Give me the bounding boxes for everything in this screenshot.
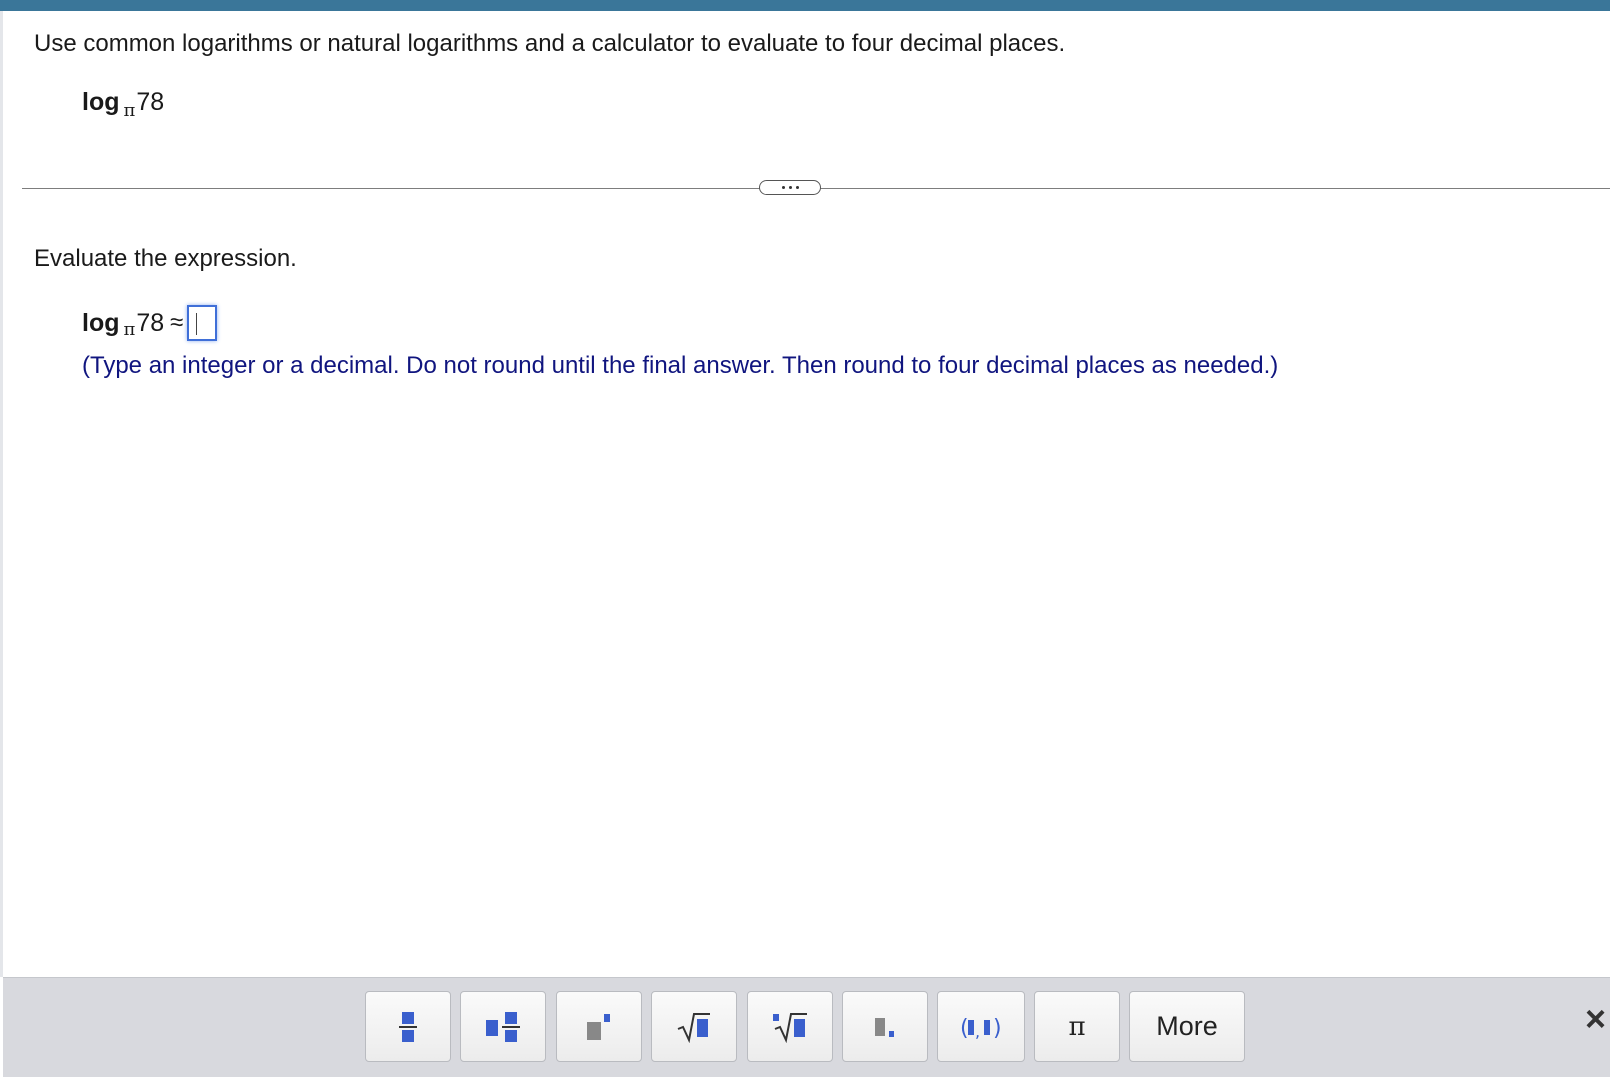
decimal-icon (872, 1012, 898, 1042)
text-caret (196, 313, 198, 335)
mixed-number-icon (485, 1010, 521, 1044)
dot (781, 186, 785, 189)
log-base: π (123, 318, 136, 340)
math-toolbar: (,) π More × (3, 977, 1610, 1077)
close-icon[interactable]: × (1585, 1001, 1606, 1037)
pi-icon: π (1068, 1011, 1086, 1042)
svg-text:): ) (993, 1016, 1002, 1041)
question-expression: log π78 (82, 88, 165, 121)
dot (795, 186, 799, 189)
exponent-button[interactable] (556, 991, 642, 1062)
svg-text:,: , (975, 1022, 980, 1041)
svg-text:(: ( (960, 1016, 969, 1041)
nth-root-icon (772, 1011, 808, 1043)
pi-button[interactable]: π (1034, 991, 1120, 1062)
answer-input[interactable] (187, 305, 218, 341)
mixed-number-button[interactable] (460, 991, 546, 1062)
dot (788, 186, 792, 189)
log-keyword: log (82, 88, 120, 116)
ordered-pair-icon: (,) (959, 1012, 1003, 1042)
evaluate-label: Evaluate the expression. (34, 245, 297, 272)
fraction-button[interactable] (365, 991, 451, 1062)
log-base: π (123, 100, 136, 121)
log-argument: 78 (136, 308, 165, 337)
decimal-button[interactable] (842, 991, 928, 1062)
fraction-icon (398, 1010, 418, 1044)
exponent-icon (586, 1012, 612, 1042)
top-bar (0, 0, 1610, 11)
question-instruction: Use common logarithms or natural logarit… (34, 30, 1066, 57)
more-label: More (1156, 1011, 1218, 1041)
nth-root-button[interactable] (747, 991, 833, 1062)
log-argument: 78 (136, 88, 165, 116)
left-edge (0, 11, 3, 977)
log-keyword: log (82, 308, 120, 337)
square-root-icon (677, 1011, 711, 1043)
expand-ellipsis-button[interactable] (759, 180, 821, 195)
answer-expression: log π 78 ≈ (82, 305, 218, 341)
answer-hint: (Type an integer or a decimal. Do not ro… (82, 352, 1279, 379)
square-root-button[interactable] (651, 991, 737, 1062)
ordered-pair-button[interactable]: (,) (937, 991, 1025, 1062)
more-button[interactable]: More (1129, 991, 1245, 1062)
approx-symbol: ≈ (170, 309, 184, 336)
